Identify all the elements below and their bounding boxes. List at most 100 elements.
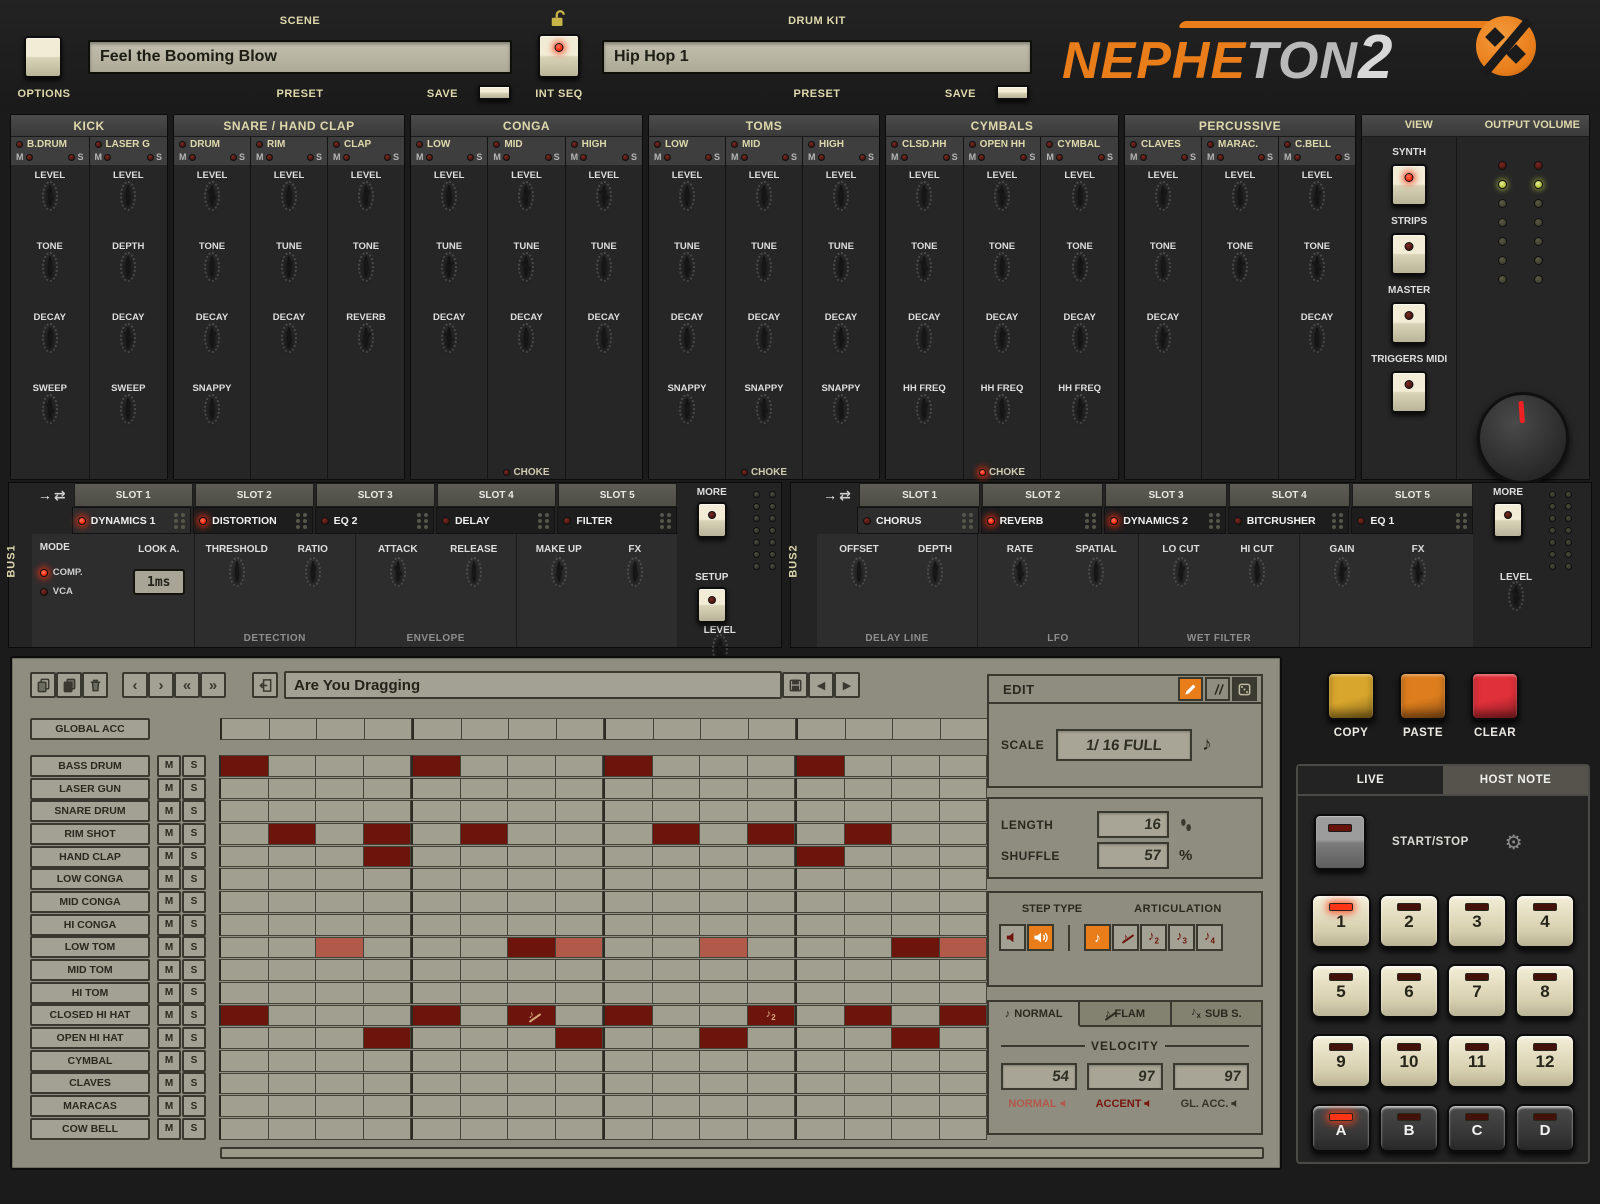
mute-led[interactable] xyxy=(1294,154,1301,161)
step-cell[interactable] xyxy=(700,755,748,777)
step-cell[interactable] xyxy=(892,800,940,822)
step-cell[interactable] xyxy=(941,718,989,740)
step-cell[interactable] xyxy=(269,1095,317,1117)
tab-sub-s-[interactable]: ♪xSUB S. xyxy=(1172,1000,1263,1027)
look-ahead-value[interactable]: 1ms xyxy=(133,569,185,595)
step-cell[interactable] xyxy=(316,755,364,777)
step-cell[interactable] xyxy=(845,891,893,913)
knob-tune[interactable] xyxy=(287,256,291,277)
step-cell[interactable] xyxy=(219,868,269,890)
step-cell[interactable] xyxy=(556,823,604,845)
step-cell[interactable] xyxy=(749,718,797,740)
step-cell[interactable] xyxy=(269,891,317,913)
view-button-triggers-midi[interactable] xyxy=(1391,371,1427,413)
step-cell[interactable] xyxy=(795,823,845,845)
step-cell[interactable] xyxy=(461,800,509,822)
step-cell[interactable] xyxy=(269,823,317,845)
solo-led[interactable] xyxy=(782,154,789,161)
step-cell[interactable] xyxy=(269,800,317,822)
mute-led[interactable] xyxy=(266,154,273,161)
step-cell[interactable] xyxy=(940,891,988,913)
step-cell[interactable] xyxy=(364,1027,412,1049)
copy-button[interactable] xyxy=(1327,672,1375,720)
row-solo-button[interactable]: S xyxy=(182,936,206,958)
step-cell[interactable] xyxy=(845,755,893,777)
step-cell[interactable] xyxy=(411,1027,461,1049)
step-cell[interactable] xyxy=(748,891,796,913)
bus-route-arrows[interactable]: →⇄ xyxy=(817,483,857,507)
tab-flam[interactable]: ♪FLAM xyxy=(1080,1000,1171,1027)
knob-decay[interactable] xyxy=(1078,327,1082,348)
step-cell[interactable] xyxy=(892,891,940,913)
knob-decay[interactable] xyxy=(762,327,766,348)
step-cell[interactable] xyxy=(508,891,556,913)
step-cell[interactable] xyxy=(845,1027,893,1049)
row-mute-button[interactable]: M xyxy=(157,778,181,800)
pattern-prev-button[interactable]: ‹ xyxy=(122,672,148,698)
knob-decay[interactable] xyxy=(1000,327,1004,348)
mute-led[interactable] xyxy=(189,154,196,161)
row-mute-button[interactable]: M xyxy=(157,868,181,890)
start-stop-button[interactable] xyxy=(1314,814,1366,870)
step-cell[interactable] xyxy=(556,959,604,981)
row-mute-button[interactable]: M xyxy=(157,755,181,777)
pattern-pad-2[interactable]: 2 xyxy=(1379,894,1439,948)
step-cell[interactable] xyxy=(603,823,653,845)
articulation-sub3-button[interactable]: ♪3 xyxy=(1168,924,1195,951)
step-cell[interactable] xyxy=(270,718,318,740)
row-solo-button[interactable]: S xyxy=(182,823,206,845)
knob-threshold[interactable] xyxy=(235,561,239,582)
step-cell[interactable] xyxy=(364,778,412,800)
step-cell[interactable] xyxy=(219,1073,269,1095)
step-cell[interactable] xyxy=(316,1027,364,1049)
articulation-normal-button[interactable]: ♪ xyxy=(1084,924,1111,951)
knob-level[interactable] xyxy=(287,185,291,206)
row-solo-button[interactable]: S xyxy=(182,1004,206,1026)
step-cell[interactable] xyxy=(556,800,604,822)
row-mute-button[interactable]: M xyxy=(157,982,181,1004)
row-mute-button[interactable]: M xyxy=(157,823,181,845)
row-mute-button[interactable]: M xyxy=(157,1072,181,1094)
step-cell[interactable] xyxy=(508,823,556,845)
knob-tone[interactable] xyxy=(1315,256,1319,277)
slot-tab-2[interactable]: SLOT 2 xyxy=(982,483,1103,507)
step-cell[interactable] xyxy=(269,1118,317,1140)
step-cell[interactable] xyxy=(508,1050,556,1072)
step-cell[interactable] xyxy=(845,1095,893,1117)
step-cell[interactable] xyxy=(700,891,748,913)
pattern-pad-12[interactable]: 12 xyxy=(1515,1034,1575,1088)
step-cell[interactable] xyxy=(316,959,364,981)
slot-effect-filter[interactable]: FILTER xyxy=(557,507,676,534)
step-cell[interactable] xyxy=(269,1050,317,1072)
step-cell[interactable] xyxy=(317,718,365,740)
step-cell[interactable] xyxy=(795,778,845,800)
step-cell[interactable] xyxy=(508,959,556,981)
step-cell[interactable] xyxy=(556,982,604,1004)
row-mute-button[interactable]: M xyxy=(157,1095,181,1117)
step-cell[interactable] xyxy=(461,937,509,959)
knob-tone[interactable] xyxy=(1238,256,1242,277)
knob-tune[interactable] xyxy=(839,256,843,277)
step-cell[interactable] xyxy=(653,982,701,1004)
slot-effect-distortion[interactable]: DISTORTION xyxy=(193,507,312,534)
knob-tone[interactable] xyxy=(48,256,52,277)
step-cell[interactable] xyxy=(653,891,701,913)
step-cell[interactable] xyxy=(269,1027,317,1049)
step-cell[interactable] xyxy=(845,846,893,868)
draw-tool-button[interactable] xyxy=(1178,677,1203,701)
step-cell[interactable] xyxy=(653,778,701,800)
knob-make-up[interactable] xyxy=(557,561,561,582)
knob-tone[interactable] xyxy=(364,256,368,277)
step-cell[interactable] xyxy=(653,823,701,845)
step-cell[interactable] xyxy=(701,718,749,740)
step-cell[interactable] xyxy=(556,1050,604,1072)
step-cell[interactable] xyxy=(604,718,654,740)
step-cell[interactable] xyxy=(411,778,461,800)
step-cell[interactable] xyxy=(411,755,461,777)
step-cell[interactable] xyxy=(892,846,940,868)
step-cell[interactable] xyxy=(653,1073,701,1095)
step-cell[interactable] xyxy=(364,846,412,868)
output-volume-knob[interactable] xyxy=(1477,392,1569,484)
step-cell[interactable] xyxy=(795,937,845,959)
solo-led[interactable] xyxy=(859,154,866,161)
